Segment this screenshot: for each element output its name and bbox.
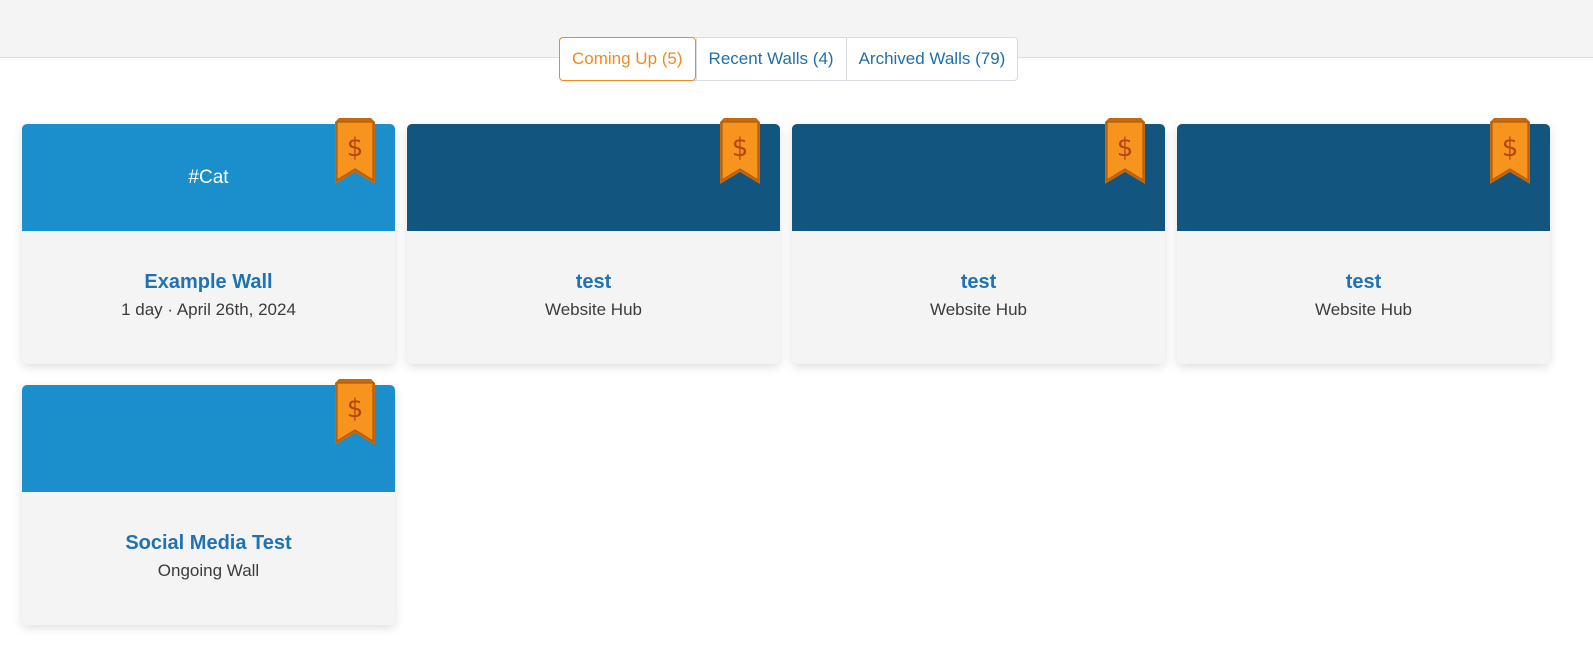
premium-dollar-ribbon-icon: $ [1105, 118, 1145, 184]
wall-card-title[interactable]: Social Media Test [22, 532, 395, 555]
wall-card[interactable]: $ test Website Hub [1177, 118, 1550, 364]
wall-card-subtitle: Ongoing Wall [157, 561, 260, 580]
wall-card-title[interactable]: Example Wall [22, 271, 395, 294]
wall-card-hashtag: #Cat [188, 166, 229, 188]
badge-symbol: $ [347, 394, 364, 424]
premium-dollar-ribbon-icon: $ [1490, 118, 1530, 184]
wall-card-subtitle: Website Hub [929, 300, 1027, 319]
wall-card-subtitle: Website Hub [544, 300, 642, 319]
badge-symbol: $ [1502, 133, 1519, 163]
premium-dollar-ribbon-icon: $ [720, 118, 760, 184]
wall-card-title[interactable]: test [792, 271, 1165, 294]
tab-coming-up[interactable]: Coming Up (5) [559, 37, 696, 81]
badge-symbol: $ [347, 133, 364, 163]
wall-card[interactable]: $ test Website Hub [792, 118, 1165, 364]
wall-card-subtitle: Website Hub [1314, 300, 1412, 319]
badge-symbol: $ [1117, 133, 1134, 163]
wall-card-title[interactable]: test [407, 271, 780, 294]
premium-dollar-ribbon-icon: $ [335, 118, 375, 184]
wall-card[interactable]: $ test Website Hub [407, 118, 780, 364]
tab-archived-walls[interactable]: Archived Walls (79) [845, 38, 1018, 80]
wall-card[interactable]: $ Social Media Test Ongoing Wall [22, 379, 395, 625]
wall-card[interactable]: #Cat $ Example Wall 1 day · April 26th, … [22, 118, 395, 364]
wall-card-title[interactable]: test [1177, 271, 1550, 294]
wall-filter-tabs: Coming Up (5) Recent Walls (4) Archived … [559, 37, 1019, 81]
tab-recent-walls[interactable]: Recent Walls (4) [695, 38, 846, 80]
premium-dollar-ribbon-icon: $ [335, 379, 375, 445]
wall-card-subtitle: 1 day · April 26th, 2024 [121, 300, 296, 319]
badge-symbol: $ [732, 133, 749, 163]
